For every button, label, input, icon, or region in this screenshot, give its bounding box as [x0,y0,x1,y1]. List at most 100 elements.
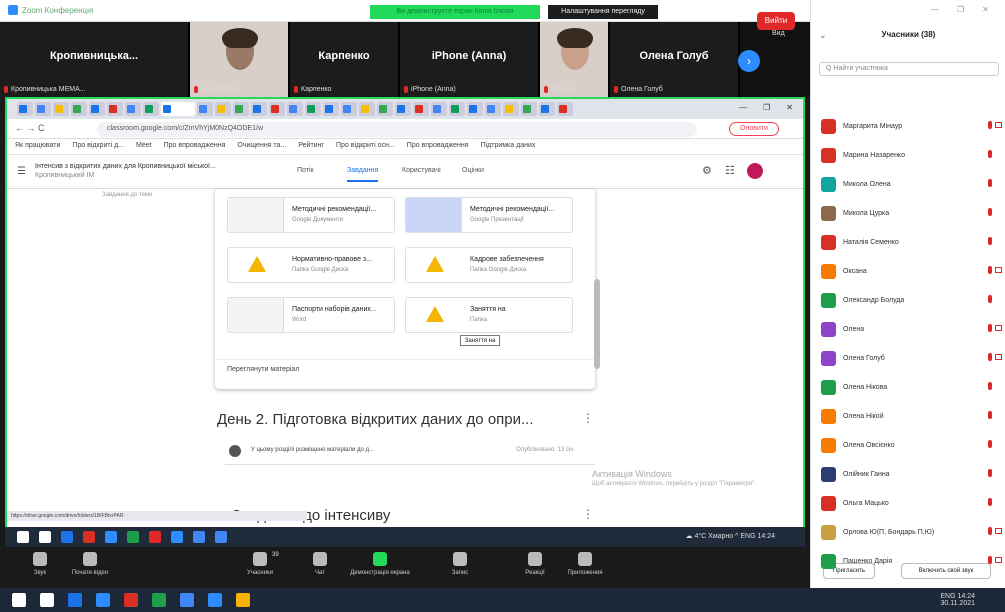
browser-tab[interactable] [449,102,465,116]
browser-tab[interactable] [341,102,357,116]
browser-tab[interactable] [53,102,69,116]
taskbar-app-icon[interactable] [236,593,250,607]
browser-tab[interactable] [89,102,105,116]
browser-tab[interactable] [107,102,123,116]
bookmark-item[interactable]: Про впровадження [164,142,226,151]
browser-tab[interactable] [557,102,573,116]
material-item[interactable]: Заняття на Папка [405,297,573,333]
taskbar-app-icon[interactable] [193,531,205,543]
browser-tab[interactable] [251,102,267,116]
account-avatar[interactable] [747,163,763,179]
browser-tab[interactable] [125,102,141,116]
taskbar-app-icon[interactable] [124,593,138,607]
browser-tab[interactable] [539,102,555,116]
close-icon[interactable]: ✕ [982,5,989,14]
browser-tab[interactable] [395,102,411,116]
material-item[interactable]: Методичні рекомендації... Google Презента… [405,197,573,233]
participant-row[interactable]: Микола Цурка [819,204,1004,224]
browser-tab[interactable] [305,102,321,116]
menu-icon[interactable]: ☰ [17,166,26,177]
bookmark-item[interactable]: Підтримка даних [481,142,536,151]
participant-row[interactable]: Микола Олена [819,175,1004,195]
participant-search-input[interactable]: Q Найти участника [819,62,999,76]
day2-topic-title[interactable]: День 2. Підготовка відкритих даних до оп… [217,411,534,428]
bookmark-item[interactable]: Рейтинг [298,142,324,151]
back-forward-reload-icons[interactable]: ← → C [15,123,45,133]
view-material-link[interactable]: Переглянути матеріал [227,366,299,373]
participant-row[interactable]: Олена Нікова [819,378,1004,398]
view-options-button[interactable]: Налаштування перегляду [548,5,658,19]
url-field[interactable]: classroom.google.com/c/ZmVhYjM0NzQ4ODE1/… [97,122,697,137]
apps-grid-icon[interactable]: ☷ [725,164,735,177]
browser-tab[interactable] [521,102,537,116]
material-item[interactable]: Методичні рекомендації... Google Документ… [227,197,395,233]
taskbar-app-icon[interactable] [105,531,117,543]
browser-tab[interactable] [215,102,231,116]
participant-row[interactable]: Олена [819,320,1004,340]
taskbar-app-icon[interactable] [171,531,183,543]
participant-row[interactable]: Олена Нікой [819,407,1004,427]
minimize-icon[interactable]: — [931,5,939,14]
leave-button[interactable]: Вийти [757,12,795,30]
taskbar-app-icon[interactable] [39,531,51,543]
taskbar-app-icon[interactable] [215,531,227,543]
record-button[interactable]: Запис [430,552,490,576]
participant-row[interactable]: Олександр Болуда [819,291,1004,311]
settings-icon[interactable]: ⚙ [702,164,712,177]
browser-tab[interactable] [287,102,303,116]
material-item[interactable]: Паспорти наборів даних... Word [227,297,395,333]
participant-row[interactable]: Олена Овсієнко [819,436,1004,456]
taskbar-app-icon[interactable] [12,593,26,607]
taskbar-app-icon[interactable] [61,531,73,543]
browser-tab[interactable] [359,102,375,116]
participant-row[interactable]: Ольга Мацько [819,494,1004,514]
browser-tab[interactable] [233,102,249,116]
browser-tab[interactable] [323,102,339,116]
participant-row[interactable]: Олена Голуб [819,349,1004,369]
sharing-banner[interactable]: Ви демонструєте екран Копія Ілюзія [370,5,540,19]
video-tile[interactable]: Кропивницька... Кропивницька МЕМА... [0,22,190,97]
share-screen-button[interactable]: Демонстрація екрана [350,552,410,576]
topic-side-label[interactable]: Завдання до теми [102,192,152,198]
apps-button[interactable]: Приложения [555,552,615,576]
taskbar-app-icon[interactable] [83,531,95,543]
video-tile[interactable]: Карпенко Карпенко [290,22,400,97]
browser-tab[interactable] [503,102,519,116]
taskbar-app-icon[interactable] [152,593,166,607]
bookmark-item[interactable]: Очищення та... [237,142,286,151]
material-item[interactable]: Нормативно-правове з... Папка Google Диск… [227,247,395,283]
classroom-tab[interactable]: Оцінки [462,167,484,174]
browser-tab[interactable] [35,102,51,116]
browser-tab[interactable] [197,102,213,116]
participant-row[interactable]: Маргарита Мінаур [819,117,1004,137]
view-button[interactable]: Вид [772,30,785,37]
taskbar-app-icon[interactable] [208,593,222,607]
participant-row[interactable]: Олійник Ганна [819,465,1004,485]
classroom-tab[interactable]: Завдання [347,167,379,182]
video-tile[interactable]: iPhone (Anna) iPhone (Anna) [400,22,540,97]
minimize-icon[interactable]: — [739,103,747,112]
taskbar-app-icon[interactable] [68,593,82,607]
taskbar-app-icon[interactable] [180,593,194,607]
next-page-button[interactable]: › [738,50,760,72]
topic-more-icon[interactable]: ⋮ [582,411,594,425]
browser-tab[interactable] [17,102,33,116]
taskbar-app-icon[interactable] [127,531,139,543]
browser-tab[interactable] [377,102,393,116]
participant-row[interactable]: Наталія Семенко [819,233,1004,253]
classroom-tab[interactable]: Користувачі [402,167,441,174]
browser-tab[interactable] [485,102,501,116]
participant-row[interactable]: Пашенко Дарія [819,552,1004,572]
browser-tab[interactable] [71,102,87,116]
taskbar-app-icon[interactable] [40,593,54,607]
browser-update-button[interactable]: Оновити [729,122,779,136]
browser-tab[interactable] [143,102,159,116]
browser-tab[interactable] [413,102,429,116]
topic-post[interactable]: У цьому розділі розміщено матеріали до д… [225,441,595,465]
video-tile[interactable]: Анна Любич [190,22,290,97]
video-tile[interactable]: Олена [540,22,610,97]
browser-tab[interactable] [161,102,195,116]
browser-tab[interactable] [269,102,285,116]
taskbar-app-icon[interactable] [17,531,29,543]
participant-row[interactable]: Марина Назаренко [819,146,1004,166]
